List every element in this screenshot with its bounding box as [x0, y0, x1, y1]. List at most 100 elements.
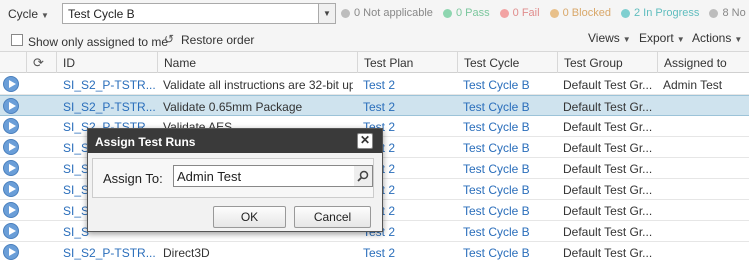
views-label: Views — [588, 31, 620, 45]
cycle-select[interactable]: Test Cycle B ▼ — [62, 3, 336, 24]
status-dot-icon — [341, 8, 350, 18]
play-icon[interactable] — [3, 160, 19, 176]
column-header-id[interactable]: ID — [56, 52, 157, 73]
actions-label: Actions — [692, 31, 732, 45]
cell-test-group: Default Test Gr... — [563, 100, 653, 114]
play-icon[interactable] — [3, 202, 19, 218]
cell-test-group: Default Test Gr... — [563, 141, 653, 155]
status-blocked[interactable]: 0 Blocked — [549, 7, 611, 19]
chevron-down-icon: ▼ — [676, 35, 685, 44]
status-label: 0 Pass — [455, 7, 490, 19]
chevron-down-icon: ▼ — [622, 35, 631, 44]
status-dot-icon — [499, 8, 509, 18]
cell-test-cycle[interactable]: Test Cycle B — [463, 200, 553, 220]
chevron-down-icon[interactable]: ▼ — [318, 4, 335, 23]
cell-test-cycle[interactable]: Test Cycle B — [463, 158, 553, 178]
status-label: 0 Blocked — [562, 7, 611, 19]
restore-order-button[interactable]: Restore order — [181, 33, 254, 47]
cell-test-plan[interactable]: Test 2 — [363, 96, 453, 116]
show-assigned-checkbox[interactable] — [11, 34, 23, 46]
cell-test-cycle[interactable]: Test Cycle B — [463, 74, 553, 94]
actions-menu[interactable]: Actions ▼ — [692, 31, 742, 45]
cell-test-group: Default Test Gr... — [563, 246, 653, 260]
status-in-progress[interactable]: 2 In Progress — [621, 7, 699, 19]
cell-test-plan[interactable]: Test 2 — [363, 74, 453, 94]
status-label: 0 Fail — [512, 7, 540, 19]
cell-test-group: Default Test Gr... — [563, 183, 653, 197]
status-summary: 0 Not applicable 0 Pass 0 Fail 0 Blocked… — [341, 7, 749, 21]
cell-assigned-to — [663, 137, 747, 157]
cell-name: Direct3D — [163, 246, 210, 260]
table-row[interactable]: SI_S2_P-TSTR... Direct3D Test 2 Test Cycle … — [0, 242, 749, 260]
dialog-title: Assign Test Runs — [95, 135, 196, 149]
cell-assigned-to — [663, 242, 747, 260]
table-row[interactable]: SI_S2_P-TSTR... Validate all instructions… — [0, 74, 749, 95]
secondary-toolbar: Show only assigned to me ↺ Restore order… — [0, 28, 749, 52]
play-icon[interactable] — [3, 76, 19, 92]
restore-icon[interactable]: ↺ — [164, 32, 174, 46]
cell-name: Validate 0.65mm Package — [163, 100, 303, 114]
cell-assigned-to — [663, 116, 747, 136]
views-menu[interactable]: Views ▼ — [588, 31, 631, 45]
ok-button[interactable]: OK — [213, 206, 286, 228]
cell-test-cycle[interactable]: Test Cycle B — [463, 116, 553, 136]
cell-test-cycle[interactable]: Test Cycle B — [463, 221, 553, 241]
status-pass[interactable]: 0 Pass — [442, 7, 490, 19]
play-icon[interactable] — [3, 139, 19, 155]
export-menu[interactable]: Export ▼ — [639, 31, 685, 45]
cell-id[interactable]: SI_S2_P-TSTR... — [63, 96, 155, 116]
cell-name: Validate all instructions are 32-bit up.… — [163, 78, 353, 92]
status-label: 0 Not applicable — [354, 7, 433, 19]
refresh-icon[interactable]: ⟳ — [33, 55, 44, 71]
column-header-test-cycle[interactable]: Test Cycle — [457, 52, 557, 73]
refresh-column-header[interactable]: ⟳ — [26, 52, 56, 73]
cycle-menu[interactable]: Cycle ▼ — [8, 7, 49, 21]
cell-test-cycle[interactable]: Test Cycle B — [463, 137, 553, 157]
cell-test-group: Default Test Gr... — [563, 225, 653, 239]
cell-id[interactable]: SI_S2_P-TSTR... — [63, 74, 155, 94]
cell-assigned-to — [663, 200, 747, 220]
play-icon[interactable] — [3, 98, 19, 114]
cancel-button[interactable]: Cancel — [294, 206, 371, 228]
assign-to-label: Assign To: — [103, 171, 163, 186]
cell-test-group: Default Test Gr... — [563, 120, 653, 134]
chevron-down-icon: ▼ — [41, 11, 49, 20]
status-dot-icon — [621, 8, 630, 18]
status-fail[interactable]: 0 Fail — [499, 7, 540, 19]
cycle-menu-label: Cycle — [8, 7, 39, 21]
column-header-assigned-to[interactable]: Assigned to — [657, 52, 749, 73]
status-dot-icon — [442, 8, 452, 18]
status-not-applicable[interactable]: 0 Not applicable — [341, 7, 433, 19]
status-label: 2 In Progress — [634, 7, 700, 19]
play-icon[interactable] — [3, 181, 19, 197]
cycle-select-value: Test Cycle B — [68, 7, 135, 21]
cell-assigned-to — [663, 158, 747, 178]
status-dot-icon — [709, 8, 719, 18]
status-dot-icon — [549, 8, 559, 18]
cell-test-cycle[interactable]: Test Cycle B — [463, 179, 553, 199]
chevron-down-icon: ▼ — [734, 35, 743, 44]
search-icon[interactable] — [354, 165, 373, 187]
status-not-run[interactable]: 8 No — [709, 7, 746, 19]
column-header-name[interactable]: Name — [157, 52, 357, 73]
play-icon[interactable] — [3, 118, 19, 134]
column-header-test-group[interactable]: Test Group — [557, 52, 657, 73]
cell-id[interactable]: SI_S2_P-TSTR... — [63, 242, 155, 260]
close-icon[interactable]: ✕ — [357, 133, 373, 149]
cell-assigned-to: Admin Test — [663, 78, 723, 92]
cell-test-plan[interactable]: Test 2 — [363, 242, 453, 260]
cell-assigned-to — [663, 179, 747, 199]
cell-test-cycle[interactable]: Test Cycle B — [463, 242, 553, 260]
table-row[interactable]: SI_S2_P-TSTR... Validate 0.65mm Package Te… — [0, 95, 749, 116]
cell-test-group: Default Test Gr... — [563, 204, 653, 218]
grid-header: ⟳ ID Name Test Plan Test Cycle Test Grou… — [0, 52, 749, 73]
cell-test-cycle[interactable]: Test Cycle B — [463, 96, 553, 116]
top-toolbar: Cycle ▼ Test Cycle B ▼ 0 Not applicable 0… — [0, 0, 749, 28]
play-icon[interactable] — [3, 223, 19, 239]
status-label: 8 No — [722, 7, 746, 19]
play-icon[interactable] — [3, 244, 19, 260]
assign-to-input[interactable] — [173, 165, 355, 187]
assign-test-runs-dialog: Assign Test Runs ✕ Assign To: OK Cancel — [87, 128, 383, 232]
dialog-header: Assign Test Runs ✕ — [88, 129, 382, 153]
column-header-test-plan[interactable]: Test Plan — [357, 52, 457, 73]
